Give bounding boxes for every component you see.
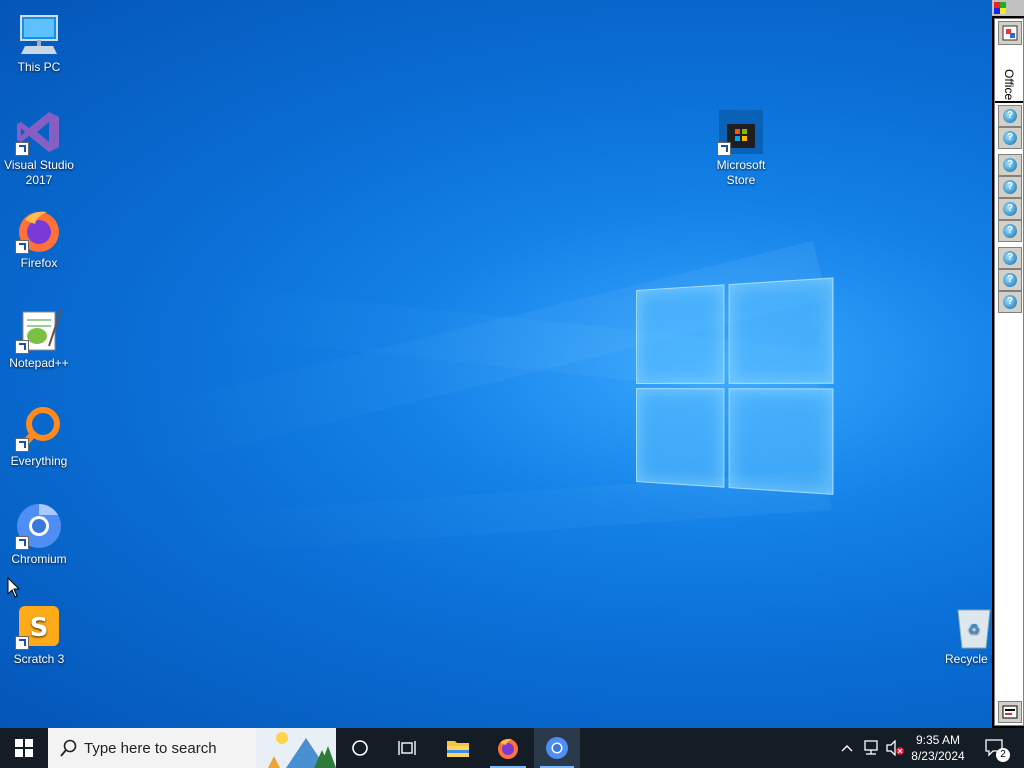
taskbar: Type here to search 9:35 AM 8/23/2024 2	[0, 728, 1024, 768]
notepadpp-icon	[15, 306, 63, 354]
help-icon: ?	[1003, 295, 1017, 309]
office-bar-title-strip[interactable]	[992, 0, 1024, 16]
folder-icon	[447, 741, 469, 757]
office-help-button[interactable]: ?	[998, 247, 1022, 269]
cortana-icon	[352, 740, 368, 756]
office-help-button[interactable]: ?	[998, 269, 1022, 291]
taskbar-chromium[interactable]	[534, 728, 580, 768]
desktop-background[interactable]: This PC Visual Studio 2017 Firefox Notep…	[0, 0, 992, 728]
task-view-button[interactable]	[384, 728, 432, 768]
chevron-up-icon	[841, 745, 853, 752]
shortcut-arrow-icon	[15, 142, 29, 156]
office-tool-icon	[1002, 705, 1018, 719]
taskbar-file-explorer[interactable]	[434, 728, 482, 768]
mouse-cursor-icon	[7, 577, 21, 598]
everything-icon	[15, 404, 63, 452]
shortcut-arrow-icon	[15, 240, 29, 254]
recycle-bin-icon: ♻	[950, 602, 992, 650]
office-logo-button[interactable]	[998, 21, 1022, 45]
icon-label: Scratch 3	[13, 652, 65, 666]
icon-label: Notepad++	[9, 356, 69, 370]
desktop-icon-chromium[interactable]: Chromium	[0, 502, 78, 567]
task-view-icon	[398, 741, 416, 755]
show-hidden-icons-button[interactable]	[836, 728, 858, 768]
office-help-button[interactable]: ?	[998, 127, 1022, 149]
office-help-button[interactable]: ?	[998, 198, 1022, 220]
firefox-icon	[15, 206, 63, 254]
taskbar-search-box[interactable]: Type here to search	[48, 728, 336, 768]
desktop-icon-recycle-bin[interactable]: ♻ Recycle B	[936, 602, 992, 667]
clock[interactable]: 9:35 AM 8/23/2024	[906, 728, 970, 768]
office-logo-icon	[1002, 25, 1018, 41]
help-icon: ?	[1003, 109, 1017, 123]
office-menu-icon	[994, 2, 1006, 14]
help-icon: ?	[1003, 251, 1017, 265]
network-button[interactable]	[860, 728, 882, 768]
shortcut-arrow-icon	[15, 340, 29, 354]
icon-label: Everything	[10, 454, 68, 468]
cortana-button[interactable]	[336, 728, 384, 768]
desktop-icon-firefox[interactable]: Firefox	[0, 206, 78, 271]
icon-label: Recycle B	[945, 652, 992, 666]
desktop-icon-microsoft-store[interactable]: Microsoft Store	[702, 108, 780, 188]
help-icon: ?	[1003, 158, 1017, 172]
office-bar-label: Office	[1002, 69, 1016, 101]
store-icon	[717, 108, 765, 156]
desktop-icon-scratch[interactable]: S Scratch 3	[0, 602, 78, 667]
icon-label: Firefox	[20, 256, 58, 270]
desktop-icon-this-pc[interactable]: This PC	[0, 10, 78, 75]
office-shortcut-bar: Office ? ? ? ? ? ? ? ? ?	[992, 0, 1024, 728]
network-icon	[864, 740, 878, 755]
chromium-icon	[15, 502, 63, 550]
visual-studio-icon	[15, 108, 63, 156]
clock-date: 8/23/2024	[911, 749, 965, 763]
windows-start-icon	[15, 739, 33, 757]
firefox-icon	[498, 738, 518, 759]
taskbar-firefox[interactable]	[484, 728, 532, 768]
office-help-button[interactable]: ?	[998, 220, 1022, 242]
clock-time: 9:35 AM	[915, 733, 961, 747]
icon-label: Visual Studio 2017	[4, 158, 74, 187]
volume-muted-icon	[886, 740, 904, 756]
search-highlight-camping-icon	[256, 728, 336, 768]
help-icon: ?	[1003, 180, 1017, 194]
office-help-button[interactable]: ?	[998, 176, 1022, 198]
action-center-button[interactable]: 2	[978, 728, 1012, 768]
desktop-icon-everything[interactable]: Everything	[0, 404, 78, 469]
office-help-button[interactable]: ?	[998, 105, 1022, 127]
icon-label: This PC	[17, 60, 61, 74]
shortcut-arrow-icon	[15, 536, 29, 550]
scratch-icon: S	[15, 602, 63, 650]
icon-label: Chromium	[11, 552, 67, 566]
desktop-icon-visual-studio[interactable]: Visual Studio 2017	[0, 108, 78, 188]
office-help-button[interactable]: ?	[998, 291, 1022, 313]
start-button[interactable]	[0, 728, 48, 768]
help-icon: ?	[1003, 202, 1017, 216]
desktop-icon-notepadpp[interactable]: Notepad++	[0, 306, 78, 371]
help-icon: ?	[1003, 273, 1017, 287]
svg-text:S: S	[30, 613, 49, 643]
office-bottom-button[interactable]	[998, 701, 1022, 723]
help-icon: ?	[1003, 224, 1017, 238]
office-help-button[interactable]: ?	[998, 154, 1022, 176]
search-icon	[60, 739, 77, 757]
help-icon: ?	[1003, 131, 1017, 145]
shortcut-arrow-icon	[15, 438, 29, 452]
chromium-icon	[546, 737, 568, 759]
windows-logo-wallpaper	[636, 277, 834, 495]
office-bar-panel: Office ? ? ? ? ? ? ? ? ?	[994, 18, 1024, 726]
shortcut-arrow-icon	[717, 142, 731, 156]
search-placeholder: Type here to search	[84, 739, 217, 757]
icon-label: Microsoft Store	[716, 158, 766, 187]
notification-count-badge: 2	[996, 748, 1010, 762]
svg-text:♻: ♻	[968, 622, 981, 638]
volume-button[interactable]	[884, 728, 906, 768]
shortcut-arrow-icon	[15, 636, 29, 650]
computer-icon	[15, 10, 63, 58]
